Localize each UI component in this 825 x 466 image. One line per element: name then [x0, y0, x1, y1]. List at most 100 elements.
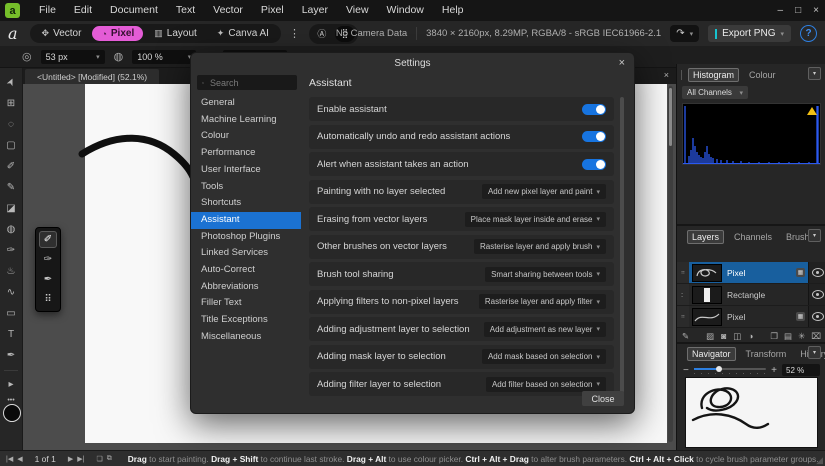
- layer-thumbnail[interactable]: [692, 285, 722, 304]
- navigator-preview[interactable]: [686, 378, 817, 447]
- single-page-icon[interactable]: ❏: [96, 455, 102, 463]
- minimize-icon[interactable]: –: [778, 0, 784, 21]
- histogram-tab-colour[interactable]: Colour: [745, 69, 780, 81]
- text-tool[interactable]: T: [0, 324, 22, 344]
- settings-category-abbreviations[interactable]: Abbreviations: [191, 279, 301, 296]
- settings-category-general[interactable]: General: [191, 95, 301, 112]
- blend-options-icon[interactable]: ✳: [798, 331, 805, 342]
- smudge-tool[interactable]: ∿: [0, 282, 22, 302]
- layer-row-pixel-2[interactable]: ⠶ Pixel ▦: [677, 306, 825, 328]
- layer-thumbnail[interactable]: [692, 263, 722, 282]
- last-page-icon[interactable]: ▶|: [77, 455, 84, 463]
- settings-category-photoshop-plugins[interactable]: Photoshop Plugins: [191, 229, 301, 246]
- menu-help[interactable]: Help: [433, 0, 473, 21]
- menu-text[interactable]: Text: [167, 0, 204, 21]
- facing-pages-icon[interactable]: ⧉: [107, 455, 112, 463]
- vector-brush[interactable]: ✒: [39, 271, 57, 288]
- layer-visibility-toggle[interactable]: [808, 262, 825, 283]
- brush-width-field[interactable]: 53 px ▾: [40, 49, 105, 64]
- settings-category-filler-text[interactable]: Filler Text: [191, 295, 301, 312]
- layers-tab-channels[interactable]: Channels: [730, 231, 776, 243]
- setting-dropdown[interactable]: Place mask layer inside and erase ▾: [464, 211, 606, 227]
- gesture-button[interactable]: ↷ ▾: [670, 25, 700, 42]
- layers-tab-layers[interactable]: Layers: [687, 230, 725, 244]
- resize-grip-icon[interactable]: ◢: [816, 455, 823, 466]
- layer-visibility-toggle[interactable]: [808, 284, 825, 305]
- menu-layer[interactable]: Layer: [293, 0, 337, 21]
- settings-category-colour[interactable]: Colour: [191, 128, 301, 145]
- colour-picker-tool[interactable]: ✒: [0, 345, 22, 365]
- settings-category-assistant[interactable]: Assistant: [191, 211, 301, 229]
- close-button[interactable]: Close: [582, 391, 624, 406]
- zoom-slider[interactable]: [693, 366, 767, 374]
- menu-edit[interactable]: Edit: [65, 0, 101, 21]
- setting-dropdown[interactable]: Smart sharing between tools ▾: [485, 266, 606, 282]
- menu-window[interactable]: Window: [378, 0, 433, 21]
- shape-tool[interactable]: ▭: [0, 303, 22, 323]
- settings-category-linked-services[interactable]: Linked Services: [191, 245, 301, 262]
- persona-layout[interactable]: ▥ Layout: [145, 26, 206, 41]
- setting-dropdown[interactable]: Add filter based on selection ▾: [485, 376, 606, 392]
- navigator-panel-menu-icon[interactable]: ▾: [808, 346, 821, 359]
- setting-dropdown[interactable]: Add adjustment as new layer ▾: [483, 321, 606, 337]
- settings-category-machine-learning[interactable]: Machine Learning: [191, 112, 301, 129]
- menu-pixel[interactable]: Pixel: [252, 0, 293, 21]
- close-view-icon[interactable]: ×: [664, 70, 669, 80]
- move-tool[interactable]: ➤: [0, 68, 25, 96]
- wet-brush[interactable]: ✑: [39, 251, 57, 268]
- adjustment-icon[interactable]: ▨: [706, 331, 714, 342]
- channel-select[interactable]: All Channels ▾: [682, 86, 748, 99]
- navigator-tab-transform[interactable]: Transform: [742, 348, 791, 360]
- pixel-grid[interactable]: ⠿: [39, 291, 57, 308]
- live-filter-icon[interactable]: ◫: [733, 331, 741, 342]
- first-page-icon[interactable]: |◀: [6, 455, 13, 463]
- layer-row-pixel-1[interactable]: ⠶ Pixel ▦: [677, 262, 825, 284]
- document-tab[interactable]: <Untitled> [Modified] (52.1%): [25, 69, 160, 84]
- layer-visibility-toggle[interactable]: [808, 306, 825, 327]
- brush-opacity-field[interactable]: 100 %▾: [132, 49, 197, 64]
- menu-document[interactable]: Document: [101, 0, 167, 21]
- canvas-vertical-scrollbar[interactable]: [668, 86, 673, 442]
- snapshot-icon[interactable]: ❐: [770, 331, 778, 342]
- menu-file[interactable]: File: [30, 0, 65, 21]
- export-png-button[interactable]: Export PNG ▾: [708, 25, 791, 42]
- histogram-panel-menu-icon[interactable]: ▾: [808, 67, 821, 80]
- layer-thumbnail[interactable]: [692, 307, 722, 326]
- setting-dropdown[interactable]: Rasterise layer and apply filter ▾: [478, 294, 606, 309]
- settings-search[interactable]: [197, 75, 297, 90]
- more-options-icon[interactable]: ⋮: [289, 27, 301, 40]
- maximize-icon[interactable]: □: [795, 0, 801, 21]
- setting-dropdown[interactable]: Rasterise layer and apply brush ▾: [473, 239, 606, 254]
- edit-icon[interactable]: ✎: [682, 331, 689, 342]
- menu-vector[interactable]: Vector: [204, 0, 252, 21]
- persona-canva-ai[interactable]: ✦ Canva AI: [208, 26, 278, 41]
- zoom-out-button[interactable]: −: [683, 365, 689, 376]
- previous-page-icon[interactable]: ◀: [17, 455, 22, 463]
- next-page-icon[interactable]: ▶: [68, 455, 73, 463]
- setting-dropdown[interactable]: Add mask based on selection ▾: [481, 349, 606, 364]
- paint-brush-tool[interactable]: ✐: [0, 156, 22, 176]
- close-icon[interactable]: ×: [813, 0, 819, 21]
- dialog-scrollbar[interactable]: [620, 97, 624, 397]
- layer-row-rectangle[interactable]: ⡂ Rectangle: [677, 284, 825, 306]
- crop-tool[interactable]: ⊞: [0, 93, 22, 113]
- fx-icon[interactable]: ◑: [748, 331, 753, 342]
- colour-replacement-tool[interactable]: ✑: [0, 240, 22, 260]
- zoom-in-button[interactable]: +: [771, 365, 777, 376]
- navigator-tab-navigator[interactable]: Navigator: [687, 347, 736, 361]
- group-icon[interactable]: ▤: [784, 331, 792, 342]
- settings-category-tools[interactable]: Tools: [191, 179, 301, 196]
- settings-category-user-interface[interactable]: User Interface: [191, 162, 301, 179]
- settings-category-performance[interactable]: Performance: [191, 145, 301, 162]
- mask-icon[interactable]: ◙: [721, 331, 726, 342]
- settings-category-title-exceptions[interactable]: Title Exceptions: [191, 312, 301, 329]
- zoom-percent-field[interactable]: 52 %: [782, 364, 820, 376]
- paint-brush[interactable]: ✐: [39, 231, 57, 248]
- persona-vector[interactable]: ✥ Vector: [33, 26, 91, 41]
- settings-category-auto-correct[interactable]: Auto-Correct: [191, 262, 301, 279]
- flood-fill-tool[interactable]: ◍: [0, 219, 22, 239]
- help-button[interactable]: ?: [800, 25, 817, 42]
- clone-stamp-tool[interactable]: ♨: [0, 261, 22, 281]
- erase-tool[interactable]: ◪: [0, 198, 22, 218]
- menu-view[interactable]: View: [337, 0, 378, 21]
